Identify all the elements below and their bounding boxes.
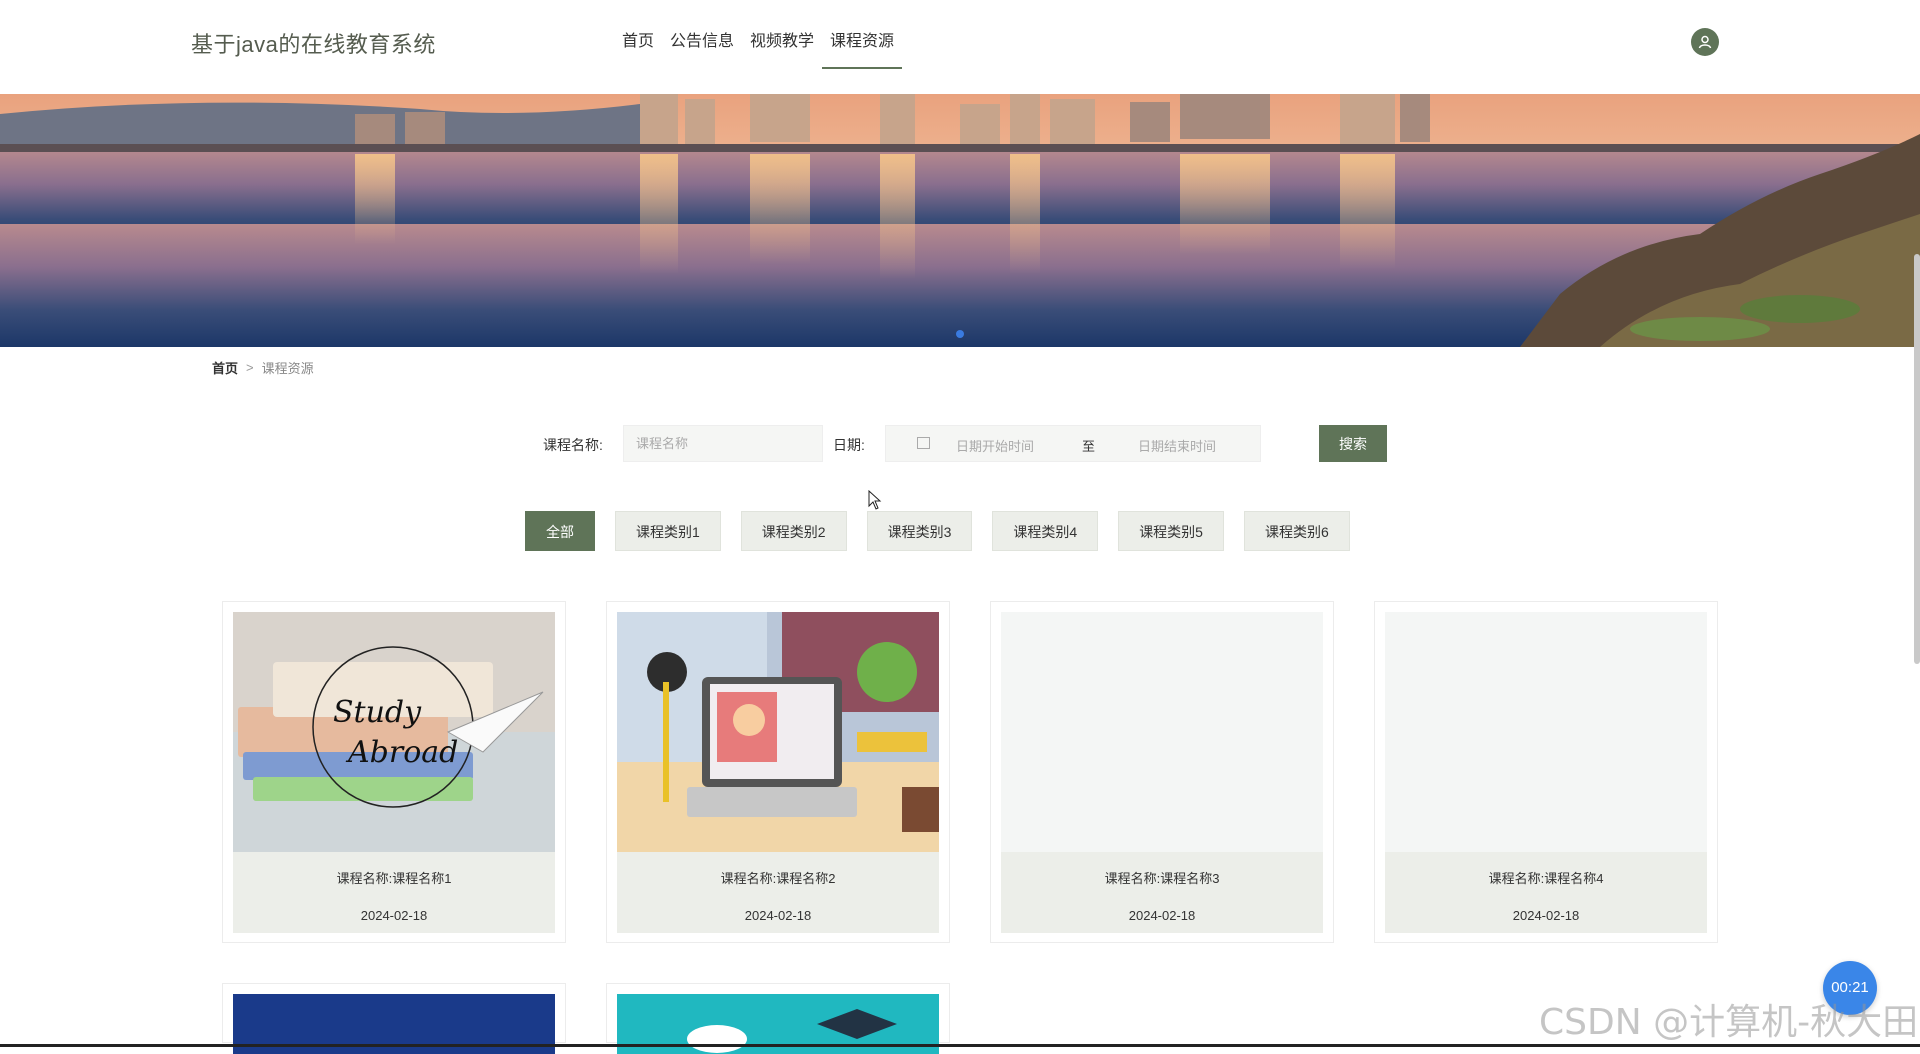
course-date: 2024-02-18	[1128, 908, 1196, 923]
course-name-label: 课程名称:	[543, 437, 603, 453]
category-filter: 全部 课程类别1 课程类别2 课程类别3 课程类别4 课程类别5 课程类别6	[525, 511, 1350, 551]
page-scrollbar[interactable]	[1914, 254, 1920, 664]
main-nav: 首页 公告信息 视频教学 课程资源	[614, 0, 903, 94]
course-info: 课程名称:课程名称2 2024-02-18	[617, 852, 939, 933]
course-thumbnail	[617, 612, 939, 852]
date-range-picker[interactable]: 日期开始时间 至 日期结束时间	[885, 425, 1261, 462]
course-name: 课程名称:课程名称4	[1488, 871, 1604, 886]
course-thumbnail	[1001, 612, 1323, 852]
course-card[interactable]: 课程名称:课程名称4 2024-02-18	[1374, 601, 1718, 943]
banner-image	[0, 94, 1920, 347]
category-6[interactable]: 课程类别6	[1243, 511, 1350, 551]
category-5[interactable]: 课程类别5	[1118, 511, 1224, 551]
course-name-input[interactable]	[623, 425, 823, 462]
breadcrumb-separator: >	[246, 360, 254, 375]
svg-text:Study: Study	[333, 695, 422, 730]
course-info: 课程名称:课程名称3 2024-02-18	[1001, 852, 1323, 933]
course-thumbnail: Study Abroad	[233, 612, 555, 852]
date-label: 日期:	[833, 437, 865, 453]
course-thumbnail	[1385, 612, 1707, 852]
top-header: 基于java的在线教育系统 首页 公告信息 视频教学 课程资源	[0, 0, 1920, 94]
course-name: 课程名称:课程名称1	[336, 871, 452, 886]
nav-home[interactable]: 首页	[614, 0, 662, 94]
banner-carousel[interactable]	[0, 94, 1920, 347]
category-2[interactable]: 课程类别2	[740, 511, 847, 551]
course-date: 2024-02-18	[744, 908, 812, 923]
carousel-dot[interactable]	[956, 330, 964, 338]
course-card[interactable]	[222, 983, 566, 1054]
user-glyph-icon	[1698, 35, 1712, 49]
calendar-icon	[917, 437, 930, 449]
course-card[interactable]	[606, 983, 950, 1054]
course-info: 课程名称:课程名称1 2024-02-18	[233, 852, 555, 933]
date-range-separator: 至	[1082, 439, 1096, 454]
mouse-cursor-icon	[868, 490, 882, 510]
course-name: 课程名称:课程名称3	[1104, 871, 1220, 886]
breadcrumb-current: 课程资源	[261, 361, 314, 376]
category-4[interactable]: 课程类别4	[992, 511, 1099, 551]
course-date: 2024-02-18	[360, 908, 428, 923]
nav-announcements[interactable]: 公告信息	[662, 0, 742, 94]
svg-text:Abroad: Abroad	[345, 735, 458, 770]
course-date: 2024-02-18	[1512, 908, 1580, 923]
course-card[interactable]: 课程名称:课程名称2 2024-02-18	[606, 601, 950, 943]
category-3[interactable]: 课程类别3	[866, 511, 973, 551]
search-button[interactable]: 搜索	[1319, 425, 1387, 462]
site-title: 基于java的在线教育系统	[191, 32, 436, 57]
course-name: 课程名称:课程名称2	[720, 871, 836, 886]
breadcrumb: 首页 > 课程资源	[212, 358, 314, 377]
search-bar: 课程名称: 日期: 日期开始时间 至 日期结束时间 搜索	[0, 425, 1920, 462]
watermark: CSDN @计算机-秋大田	[1539, 1002, 1919, 1043]
user-icon[interactable]	[1691, 28, 1719, 56]
date-end-input[interactable]: 日期结束时间	[1138, 436, 1216, 455]
course-card[interactable]: 课程名称:课程名称3 2024-02-18	[990, 601, 1334, 943]
nav-video-teaching[interactable]: 视频教学	[742, 0, 822, 94]
nav-course-resources[interactable]: 课程资源	[822, 0, 903, 94]
category-1[interactable]: 课程类别1	[615, 511, 721, 551]
date-start-input[interactable]: 日期开始时间	[956, 436, 1034, 455]
course-card[interactable]: Study Abroad 课程名称:课程名称1 2024-02-18	[222, 601, 566, 943]
category-all[interactable]: 全部	[525, 511, 595, 551]
course-info: 课程名称:课程名称4 2024-02-18	[1385, 852, 1707, 933]
breadcrumb-home[interactable]: 首页	[212, 358, 238, 377]
